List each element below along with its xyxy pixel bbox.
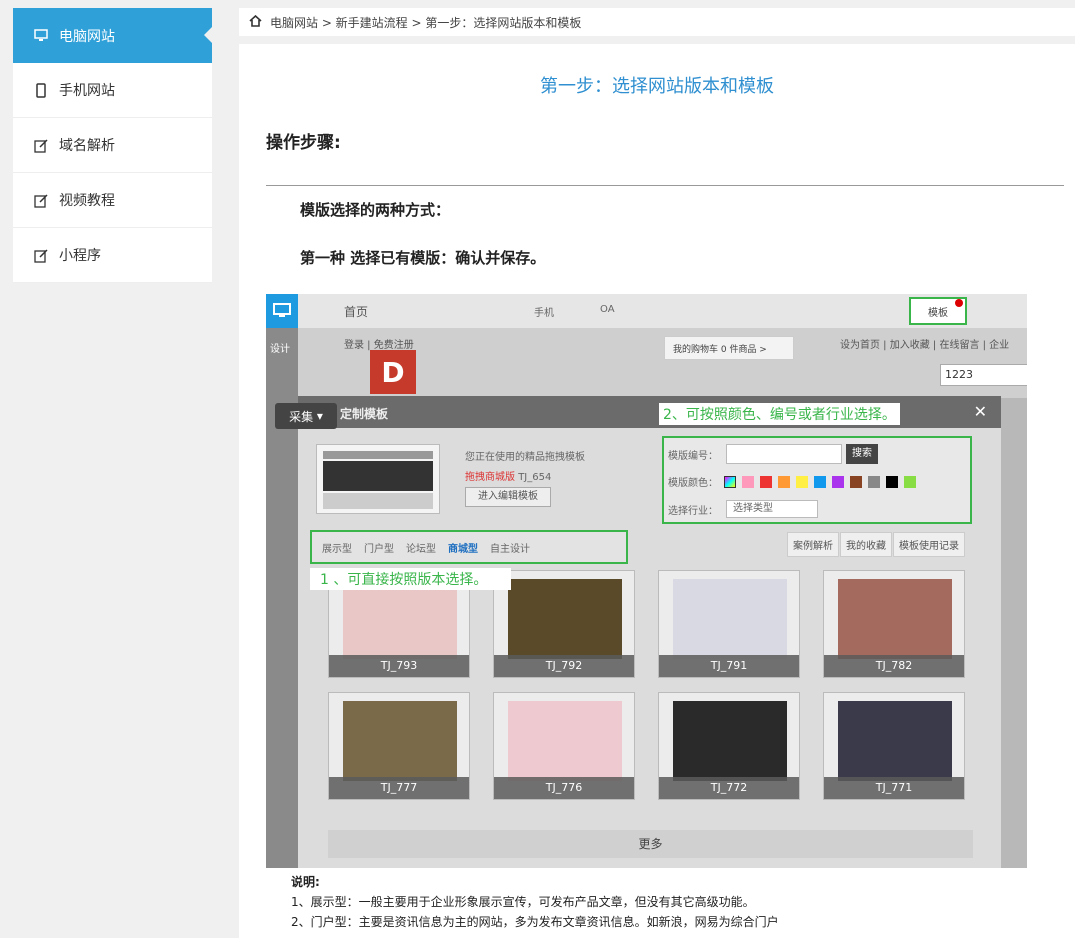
steps-heading: 操作步骤: — [266, 133, 341, 153]
breadcrumb: 电脑网站 > 新手建站流程 > 第一步：选择网站版本和模板 — [239, 8, 1075, 36]
template-code: TJ_793 — [329, 655, 469, 677]
tab-cases: 案例解析 — [787, 532, 839, 557]
cat-mall: 商城型 — [448, 543, 478, 555]
current-template-code: TJ_654 — [518, 472, 552, 483]
collect-label: 采集 — [289, 409, 314, 424]
current-template-desc: 您正在使用的精品拖拽模板 — [465, 452, 585, 463]
cat-custom: 自主设计 — [490, 543, 530, 555]
sidebar-item-mobile-site[interactable]: 手机网站 — [13, 63, 212, 118]
template-card: TJ_777 — [328, 692, 470, 800]
page-select: 首页 — [344, 305, 369, 319]
template-code: TJ_782 — [824, 655, 964, 677]
sidebar-item-label: 视频教程 — [59, 193, 115, 209]
template-code: TJ_792 — [494, 655, 634, 677]
current-template-thumb — [316, 444, 440, 514]
page-title: 第一步：选择网站版本和模板 — [540, 76, 774, 97]
collect-button: 采集 ▾ — [275, 403, 337, 429]
code-label: 模版编号： — [668, 450, 718, 462]
color-label: 模版颜色： — [668, 478, 718, 489]
number-field: 1223 — [940, 364, 1027, 386]
template-code: TJ_771 — [824, 777, 964, 799]
ways-heading: 模版选择的两种方式： — [300, 201, 451, 219]
template-modal: 定制模板 2、可按照颜色、编号或者行业选择。 ✕ 您正在使用的精品拖拽模板 拖拽… — [298, 396, 1001, 868]
edit-icon — [33, 247, 49, 263]
template-code: TJ_776 — [494, 777, 634, 799]
annotation-1: 1 、可直接按照版本选择。 — [310, 568, 512, 590]
tutorial-screenshot: 首页 手机 OA 模板 设计 登录 | 免费注册 D 我的购物车 0 件商品 >… — [266, 294, 1027, 868]
monitor-icon — [266, 294, 298, 328]
edit-icon — [33, 137, 49, 153]
template-label: 模板 — [928, 307, 948, 319]
color-swatch — [724, 475, 736, 488]
template-card: TJ_782 — [823, 570, 965, 678]
brand-logo: D — [370, 350, 416, 394]
phone-icon — [33, 82, 49, 98]
template-card: TJ_776 — [493, 692, 635, 800]
more-button: 更多 — [328, 830, 973, 858]
site-preview-header: 登录 | 免费注册 D 我的购物车 0 件商品 > 设为首页 | 加入收藏 | … — [298, 328, 1027, 398]
search-button: 搜索 — [846, 444, 878, 464]
first-way-heading: 第一种 选择已有模版：确认并保存。 — [300, 249, 546, 267]
cat-forum: 论坛型 — [406, 543, 436, 555]
sidebar-item-domain[interactable]: 域名解析 — [13, 118, 212, 173]
category-tabs: 展示型 门户型 论坛型 商城型 自主设计 — [310, 530, 628, 564]
description: 说明: 1、展示型：一般主要用于企业形象展示宣传，可发布产品文章，但没有其它高级… — [291, 872, 779, 932]
edit-icon — [33, 192, 49, 208]
sidebar-item-miniprogram[interactable]: 小程序 — [13, 228, 212, 283]
cat-display: 展示型 — [322, 543, 352, 555]
top-links: 设为首页 | 加入收藏 | 在线留言 | 企业 — [840, 340, 1010, 351]
industry-label: 选择行业： — [668, 505, 718, 517]
modal-title: 定制模板 — [340, 407, 389, 421]
sidebar-item-label: 小程序 — [59, 248, 101, 264]
notification-dot — [955, 299, 963, 307]
design-label: 设计 — [270, 344, 290, 355]
industry-select: 选择类型 — [726, 500, 818, 518]
description-heading: 说明: — [291, 875, 320, 889]
shot-tab-phone: 手机 — [534, 308, 554, 319]
breadcrumb-text[interactable]: 电脑网站 > 新手建站流程 > 第一步：选择网站版本和模板 — [270, 14, 581, 31]
template-card: TJ_772 — [658, 692, 800, 800]
sidebar-item-video[interactable]: 视频教程 — [13, 173, 212, 228]
close-icon: ✕ — [973, 402, 987, 421]
template-card: TJ_791 — [658, 570, 800, 678]
sidebar-item-label: 域名解析 — [59, 138, 115, 154]
annotation-2: 2、可按照颜色、编号或者行业选择。 — [659, 403, 900, 425]
right-tabs: 案例解析 我的收藏 模板使用记录 — [786, 532, 965, 557]
home-icon[interactable] — [249, 14, 262, 30]
current-template-type: 拖拽商城版 — [465, 472, 515, 483]
sidebar-item-pc-site[interactable]: 电脑网站 — [13, 8, 212, 63]
current-template-info: 您正在使用的精品拖拽模板 拖拽商城版 TJ_654 — [465, 448, 585, 488]
monitor-icon — [33, 28, 49, 44]
filter-panel: 模版编号： 搜索 模版颜色： 选择行业： 选择类型 — [662, 436, 972, 524]
divider — [266, 185, 1064, 186]
sidebar-item-label: 手机网站 — [59, 83, 115, 99]
description-line: 2、门户型：主要是资讯信息为主的网站，多为发布文章资讯信息。如新浪，网易为综合门… — [291, 915, 779, 929]
template-code: TJ_791 — [659, 655, 799, 677]
code-input — [726, 444, 842, 464]
edit-template-button: 进入编辑模板 — [465, 487, 551, 507]
shot-tab-oa: OA — [600, 304, 615, 315]
tab-favorites: 我的收藏 — [840, 532, 892, 557]
editor-right-panel — [1001, 398, 1027, 868]
template-card: TJ_771 — [823, 692, 965, 800]
cart-box: 我的购物车 0 件商品 > — [664, 336, 794, 360]
template-code: TJ_777 — [329, 777, 469, 799]
template-card: TJ_792 — [493, 570, 635, 678]
editor-toolbar: 首页 手机 OA 模板 — [266, 294, 1027, 328]
modal-header: 定制模板 2、可按照颜色、编号或者行业选择。 ✕ — [298, 396, 1001, 428]
template-code: TJ_772 — [659, 777, 799, 799]
cat-portal: 门户型 — [364, 543, 394, 555]
main-content: 第一步：选择网站版本和模板 操作步骤: 模版选择的两种方式： 第一种 选择已有模… — [239, 44, 1075, 938]
login-links: 登录 | 免费注册 — [344, 340, 414, 351]
description-line: 1、展示型：一般主要用于企业形象展示宣传，可发布产品文章，但没有其它高级功能。 — [291, 895, 755, 909]
sidebar: 电脑网站 手机网站 域名解析 视频教程 小程序 — [13, 8, 212, 283]
sidebar-item-label: 电脑网站 — [59, 28, 115, 45]
tab-history: 模板使用记录 — [893, 532, 965, 557]
